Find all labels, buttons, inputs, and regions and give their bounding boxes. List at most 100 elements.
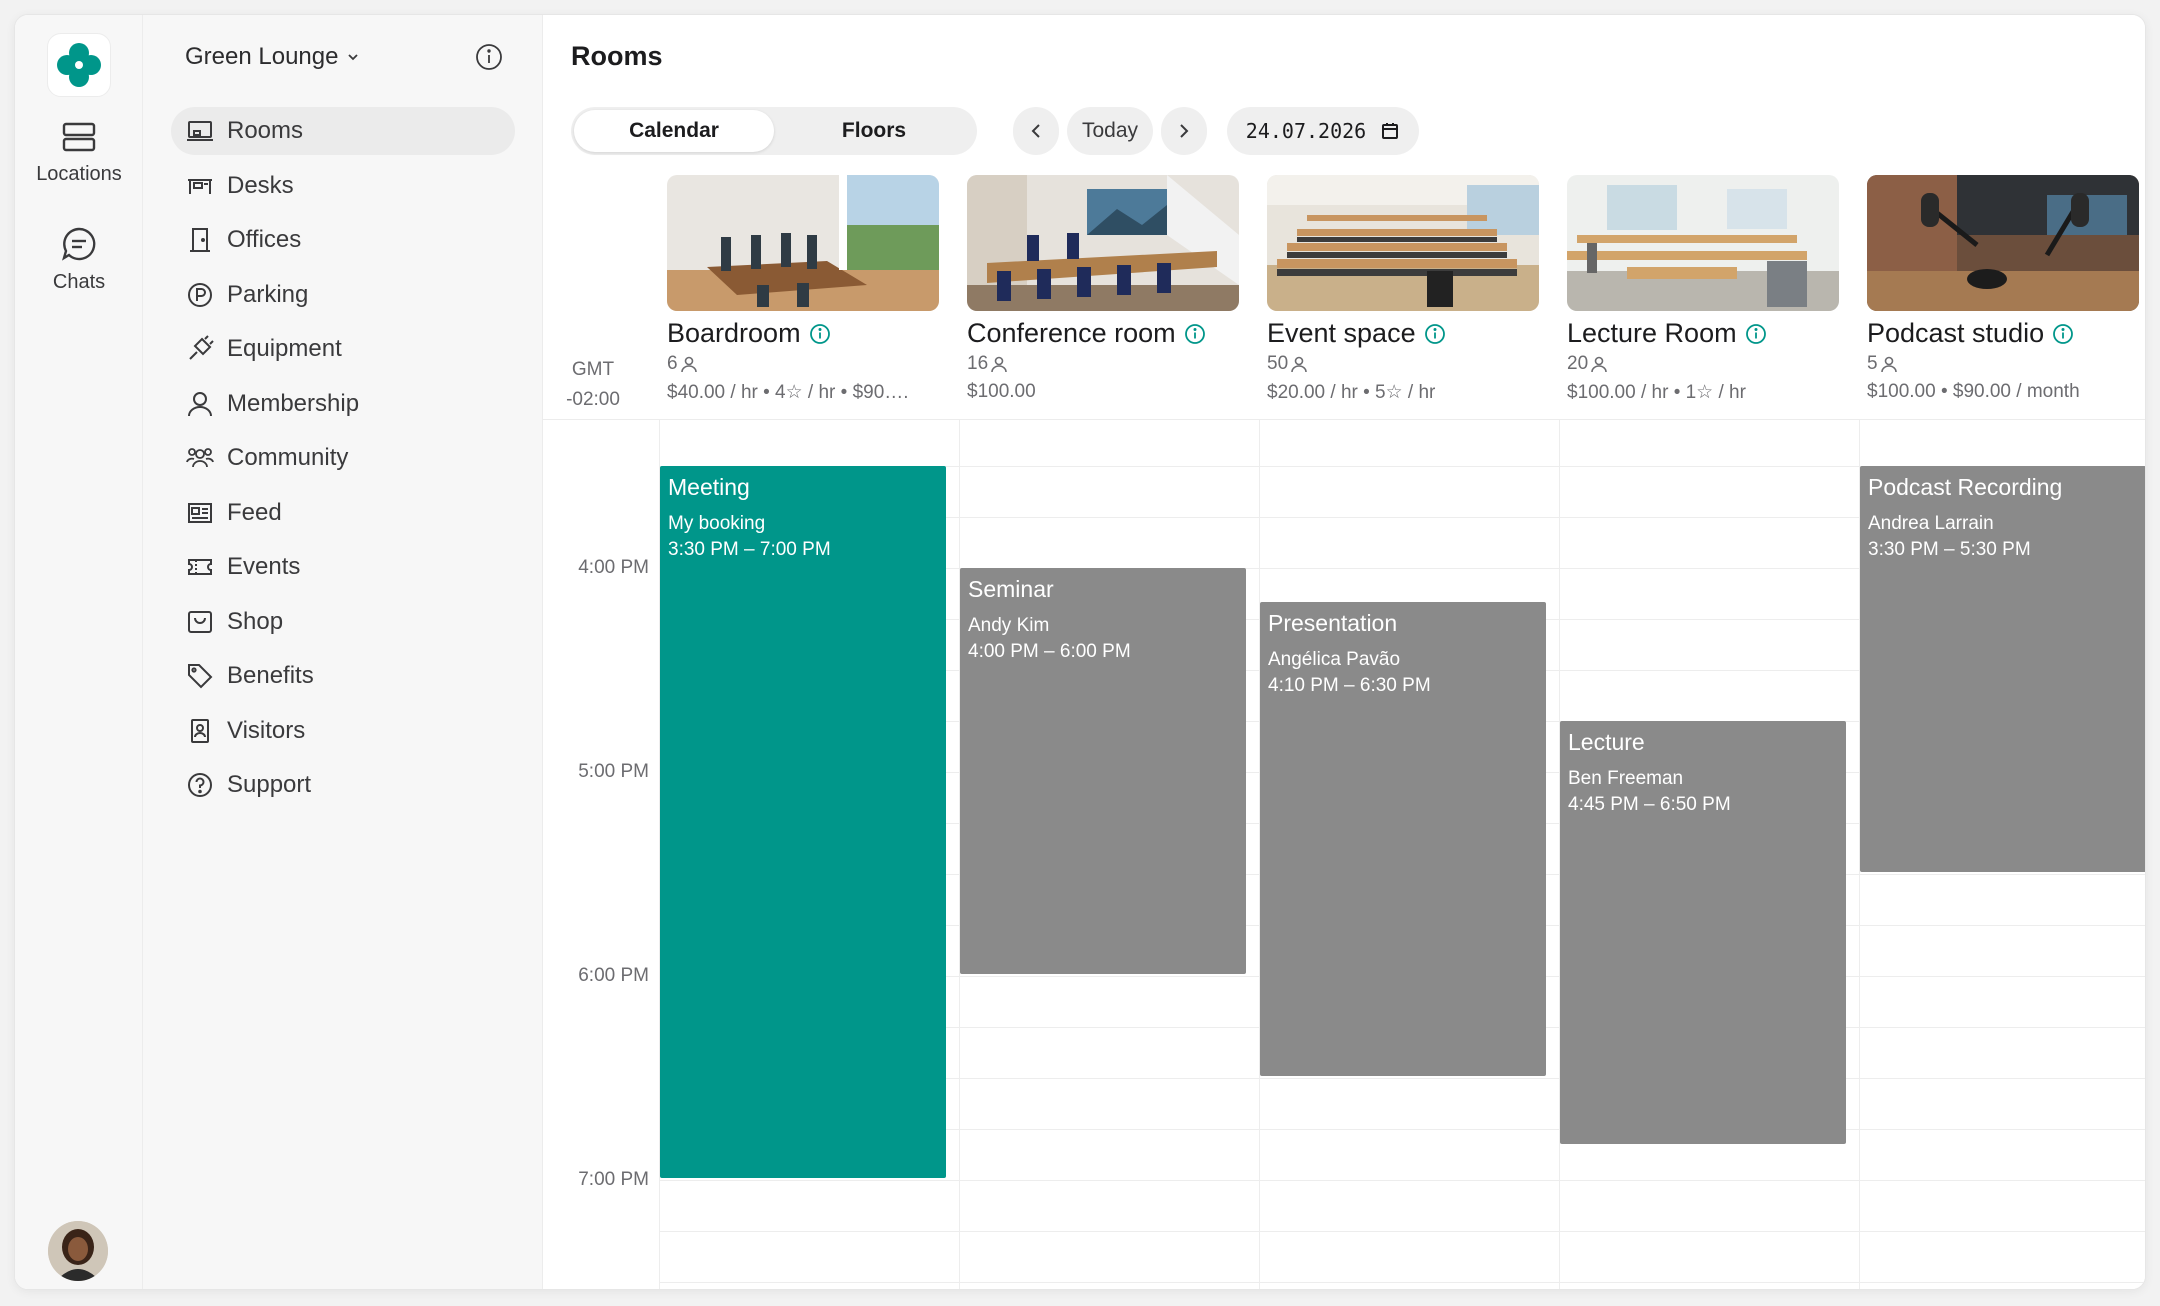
today-button[interactable]: Today (1067, 107, 1153, 155)
workspace-info-button[interactable] (475, 43, 503, 76)
time-label: 7:00 PM (578, 1169, 649, 1190)
ticket-icon (185, 552, 215, 582)
sidebar-item-feed[interactable]: Feed (171, 489, 515, 537)
room-header-boardroom[interactable]: Boardroom 6 $40.00 / hr • 4☆ / hr • $90…… (667, 175, 939, 404)
info-icon[interactable] (1424, 323, 1446, 345)
room-name: Lecture Room (1567, 318, 1839, 349)
sidebar-item-visitors[interactable]: Visitors (171, 707, 515, 755)
info-icon[interactable] (1184, 323, 1206, 345)
sidebar-item-benefits[interactable]: Benefits (171, 652, 515, 700)
page-title: Rooms (571, 41, 663, 71)
room-price: $100.00 • $90.00 / month (1867, 381, 2080, 402)
event-presentation[interactable]: Presentation Angélica Pavão 4:10 PM – 6:… (1260, 602, 1546, 1076)
tab-calendar[interactable]: Calendar (574, 110, 774, 152)
sidebar-item-shop[interactable]: Shop (171, 598, 515, 646)
sidebar-item-offices[interactable]: Offices (171, 216, 515, 264)
sidebar-item-parking[interactable]: Parking (171, 271, 515, 319)
room-photo (1267, 175, 1539, 311)
badge-icon (185, 716, 215, 746)
workspace-name: Green Lounge (185, 43, 339, 70)
workspace-switcher[interactable]: Green Lounge (185, 43, 360, 71)
room-price: $100.00 (967, 381, 1036, 402)
room-capacity-value: 50 (1267, 353, 1289, 374)
room-capacity: 5 (1867, 353, 2139, 375)
sidebar-item-label: Shop (227, 607, 284, 635)
event-time: 4:45 PM – 6:50 PM (1568, 794, 1731, 815)
sidebar-item-label: Desks (227, 171, 294, 199)
prev-day-button[interactable] (1013, 107, 1059, 155)
app-rail: Locations Chats (15, 15, 143, 1289)
tab-floors[interactable]: Floors (774, 110, 974, 152)
room-header-conference-room[interactable]: Conference room 16 $100.00 (967, 175, 1239, 403)
rail-item-chats[interactable]: Chats (15, 225, 143, 294)
room-name: Podcast studio (1867, 318, 2139, 349)
info-icon[interactable] (809, 323, 831, 345)
room-capacity: 50 (1267, 353, 1539, 375)
sidebar-item-desks[interactable]: Desks (171, 162, 515, 210)
room-header-event-space[interactable]: Event space 50 $20.00 / hr • 5☆ / hr (1267, 175, 1539, 404)
door-icon (185, 225, 215, 255)
tag-icon (185, 661, 215, 691)
sidebar-item-equipment[interactable]: Equipment (171, 325, 515, 373)
person-icon (991, 356, 1007, 373)
sidebar-item-label: Rooms (227, 117, 304, 144)
room-name-text: Boardroom (667, 318, 801, 348)
sidebar-item-label: Equipment (227, 335, 342, 362)
sidebar-item-events[interactable]: Events (171, 543, 515, 591)
slot-line (659, 1231, 2145, 1232)
sidebar-item-membership[interactable]: Membership (171, 380, 515, 428)
info-icon[interactable] (2052, 323, 2074, 345)
timezone-name: GMT (571, 359, 615, 380)
event-time: 3:30 PM – 7:00 PM (668, 539, 831, 560)
room-capacity: 16 (967, 353, 1239, 375)
time-label: 6:00 PM (578, 965, 649, 986)
room-photo (1567, 175, 1839, 311)
locations-icon (62, 122, 96, 152)
view-switcher: Calendar Floors (571, 107, 977, 155)
chevron-down-icon (348, 54, 359, 61)
info-icon[interactable] (1745, 323, 1767, 345)
room-header-podcast-studio[interactable]: Podcast studio 5 $100.00 • $90.00 / mont… (1867, 175, 2139, 403)
event-title: Podcast Recording (1868, 474, 2063, 500)
sidebar-item-label: Feed (227, 498, 282, 526)
event-podcast-recording[interactable]: Podcast Recording Andrea Larrain 3:30 PM… (1860, 466, 2145, 872)
event-meeting[interactable]: Meeting My booking 3:30 PM – 7:00 PM (660, 466, 946, 1178)
room-photo (967, 175, 1239, 311)
room-capacity-value: 20 (1567, 353, 1589, 374)
room-price: $40.00 / hr • 4☆ / hr • $90…. (667, 382, 909, 403)
room-photo (667, 175, 939, 311)
event-owner: Andy Kim (968, 615, 1050, 636)
date-picker[interactable]: 24.07.2026 (1227, 107, 1419, 155)
room-header-lecture-room[interactable]: Lecture Room 20 $100.00 / hr • 1☆ / hr (1567, 175, 1839, 404)
people-icon (185, 443, 215, 473)
sidebar-item-community[interactable]: Community (171, 434, 515, 482)
room-capacity: 20 (1567, 353, 1839, 375)
sidebar-item-rooms[interactable]: Rooms (171, 107, 515, 155)
room-photo (1867, 175, 2139, 311)
room-name-text: Conference room (967, 318, 1176, 348)
question-icon (185, 770, 215, 800)
room-name-text: Lecture Room (1567, 318, 1737, 348)
calendar-grid[interactable]: 4:00 PM 5:00 PM 6:00 PM 7:00 PM Meeting … (543, 419, 2145, 1289)
user-avatar[interactable] (48, 1221, 108, 1281)
sidebar-nav: Rooms Desks Offices Parking Equipment Me… (171, 107, 515, 816)
calendar-icon (1382, 123, 1399, 139)
event-time: 3:30 PM – 5:30 PM (1868, 539, 2031, 560)
sidebar-item-support[interactable]: Support (171, 761, 515, 809)
sidebar-item-label: Community (227, 444, 349, 471)
event-lecture[interactable]: Lecture Ben Freeman 4:45 PM – 6:50 PM (1560, 721, 1846, 1144)
sidebar-item-label: Visitors (227, 716, 306, 744)
person-icon (1291, 356, 1307, 373)
person-icon (680, 356, 697, 373)
app-logo[interactable] (47, 33, 111, 97)
rail-item-locations[interactable]: Locations (15, 119, 143, 186)
chevron-right-icon (1180, 124, 1189, 138)
event-owner: My booking (668, 513, 766, 534)
next-day-button[interactable] (1161, 107, 1207, 155)
time-label: 5:00 PM (578, 761, 649, 782)
event-seminar[interactable]: Seminar Andy Kim 4:00 PM – 6:00 PM (960, 568, 1246, 974)
event-owner: Ben Freeman (1568, 768, 1684, 789)
room-name: Conference room (967, 318, 1239, 349)
room-capacity: 6 (667, 353, 939, 375)
room-name-text: Event space (1267, 318, 1416, 348)
